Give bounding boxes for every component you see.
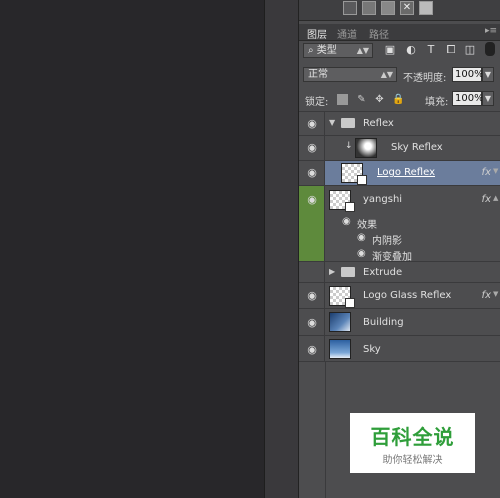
fx-icon[interactable]: fx [482, 194, 491, 205]
lock-all-icon[interactable]: 🔒 [392, 94, 404, 105]
fx-icon[interactable]: fx [482, 167, 491, 178]
eye-icon[interactable]: ◉ [305, 118, 319, 130]
layer-row-reflex[interactable]: ◉ ▼ Reflex [299, 111, 500, 135]
folder-icon [341, 118, 355, 128]
eye-icon[interactable]: ◉ [305, 194, 319, 206]
eye-icon[interactable]: ◉ [305, 290, 319, 302]
style-preset-icon[interactable] [419, 1, 433, 15]
search-icon: ⌕ [308, 45, 317, 56]
lock-label: 锁定: [305, 97, 329, 108]
layer-row-building[interactable]: ◉ Building [299, 308, 500, 335]
eye-icon[interactable]: ◉ [342, 216, 351, 227]
tab-paths[interactable]: 路径 [369, 26, 389, 41]
effects-label: 效果 [357, 220, 377, 231]
layer-row-sky[interactable]: ◉ Sky [299, 335, 500, 362]
lock-pixels-icon[interactable] [337, 94, 348, 105]
layer-name: Reflex [363, 118, 394, 129]
layer-name: Logo Reflex [377, 167, 436, 178]
smart-object-badge-icon [345, 202, 355, 212]
layer-name: Extrude [363, 267, 403, 278]
expand-effects-arrow[interactable]: ▼ [493, 290, 499, 298]
panel-tabs: 图层 通道 路径 ▸≡ [299, 24, 500, 41]
adjustment-filter-icon[interactable]: ◐ [405, 44, 417, 56]
smart-object-badge-icon [345, 298, 355, 308]
blend-mode-value: 正常 [308, 69, 328, 80]
shape-filter-icon[interactable]: ⧠ [445, 44, 457, 56]
expand-effects-arrow[interactable]: ▼ [493, 167, 499, 175]
tab-layers[interactable]: 图层 [307, 26, 327, 41]
filter-toggle[interactable] [485, 42, 495, 56]
eye-icon[interactable]: ◉ [357, 232, 366, 243]
blend-mode-dropdown[interactable]: 正常 ▲▼ [303, 67, 397, 82]
fill-field[interactable]: 100% [452, 91, 484, 106]
layer-thumbnail [329, 339, 351, 359]
expand-effects-arrow[interactable]: ▲ [493, 194, 499, 202]
layer-row-extrude[interactable]: ▶ Extrude [299, 261, 500, 282]
opacity-dropdown-arrow[interactable]: ▼ [482, 67, 494, 82]
layer-row-yangshi[interactable]: ◉ yangshi fx ▲ ◉ 效果 ◉ 内阴影 ◉ 渐变叠加 [299, 185, 500, 263]
lock-move-icon[interactable]: ✥ [374, 94, 385, 105]
fx-icon[interactable]: fx [482, 290, 491, 301]
text-filter-icon[interactable]: T [425, 44, 437, 56]
column-divider [325, 362, 326, 498]
tab-channels[interactable]: 通道 [337, 26, 357, 41]
layer-name: yangshi [363, 194, 403, 205]
eye-icon[interactable]: ◉ [305, 167, 319, 179]
layer-row-sky-reflex[interactable]: ◉ ↓ Sky Reflex [299, 135, 500, 160]
folder-icon [341, 267, 355, 277]
layer-name: Sky [363, 344, 381, 355]
panel-toolbar: ✕ [299, 0, 500, 21]
layer-name: Building [363, 317, 404, 328]
fill-dropdown-arrow[interactable]: ▼ [482, 91, 494, 106]
document-canvas[interactable] [0, 0, 264, 498]
watermark-logo: 百科全说 助你轻松解决 [350, 413, 475, 473]
layer-row-logo-reflex[interactable]: ◉ Logo Reflex fx ▼ [299, 160, 500, 185]
eye-icon[interactable]: ◉ [305, 317, 319, 329]
layer-thumbnail [329, 312, 351, 332]
panel-dock-strip [264, 0, 299, 498]
watermark-title: 百科全说 [370, 425, 455, 449]
image-filter-icon[interactable]: ▣ [384, 44, 396, 56]
layer-thumbnail [355, 138, 377, 158]
eye-icon[interactable]: ◉ [357, 248, 366, 259]
expand-arrow-icon[interactable]: ▼ [329, 118, 335, 127]
style-preset-icon[interactable] [381, 1, 395, 15]
style-preset-icon[interactable]: ✕ [400, 1, 414, 15]
layer-row-logo-glass-reflex[interactable]: ◉ Logo Glass Reflex fx ▼ [299, 282, 500, 308]
style-preset-icon[interactable] [343, 1, 357, 15]
clipping-arrow-icon: ↓ [345, 141, 353, 151]
expand-arrow-icon[interactable]: ▶ [329, 267, 335, 276]
layer-name: Logo Glass Reflex [363, 290, 452, 301]
filter-kind-dropdown[interactable]: ⌕ 类型 ▲▼ [303, 43, 373, 58]
effect-item[interactable]: 内阴影 [372, 232, 402, 247]
visibility-column [299, 262, 325, 282]
filter-kind-label: 类型 [316, 45, 337, 56]
chevron-down-icon: ▲▼ [380, 70, 393, 79]
panel-menu-icon[interactable]: ▸≡ [485, 26, 497, 36]
chevron-down-icon: ▲▼ [356, 46, 369, 55]
smart-object-badge-icon [357, 175, 367, 185]
opacity-label: 不透明度: [403, 73, 447, 84]
opacity-field[interactable]: 100% [452, 67, 484, 82]
watermark-subtitle: 助你轻松解决 [382, 455, 443, 466]
eye-icon[interactable]: ◉ [305, 142, 319, 154]
style-preset-icon[interactable] [362, 1, 376, 15]
lock-paint-icon[interactable]: ✎ [356, 94, 367, 105]
eye-icon[interactable]: ◉ [305, 344, 319, 356]
fill-label: 填充: [425, 97, 449, 108]
smartobject-filter-icon[interactable]: ◫ [464, 44, 476, 56]
layer-name: Sky Reflex [391, 142, 443, 153]
